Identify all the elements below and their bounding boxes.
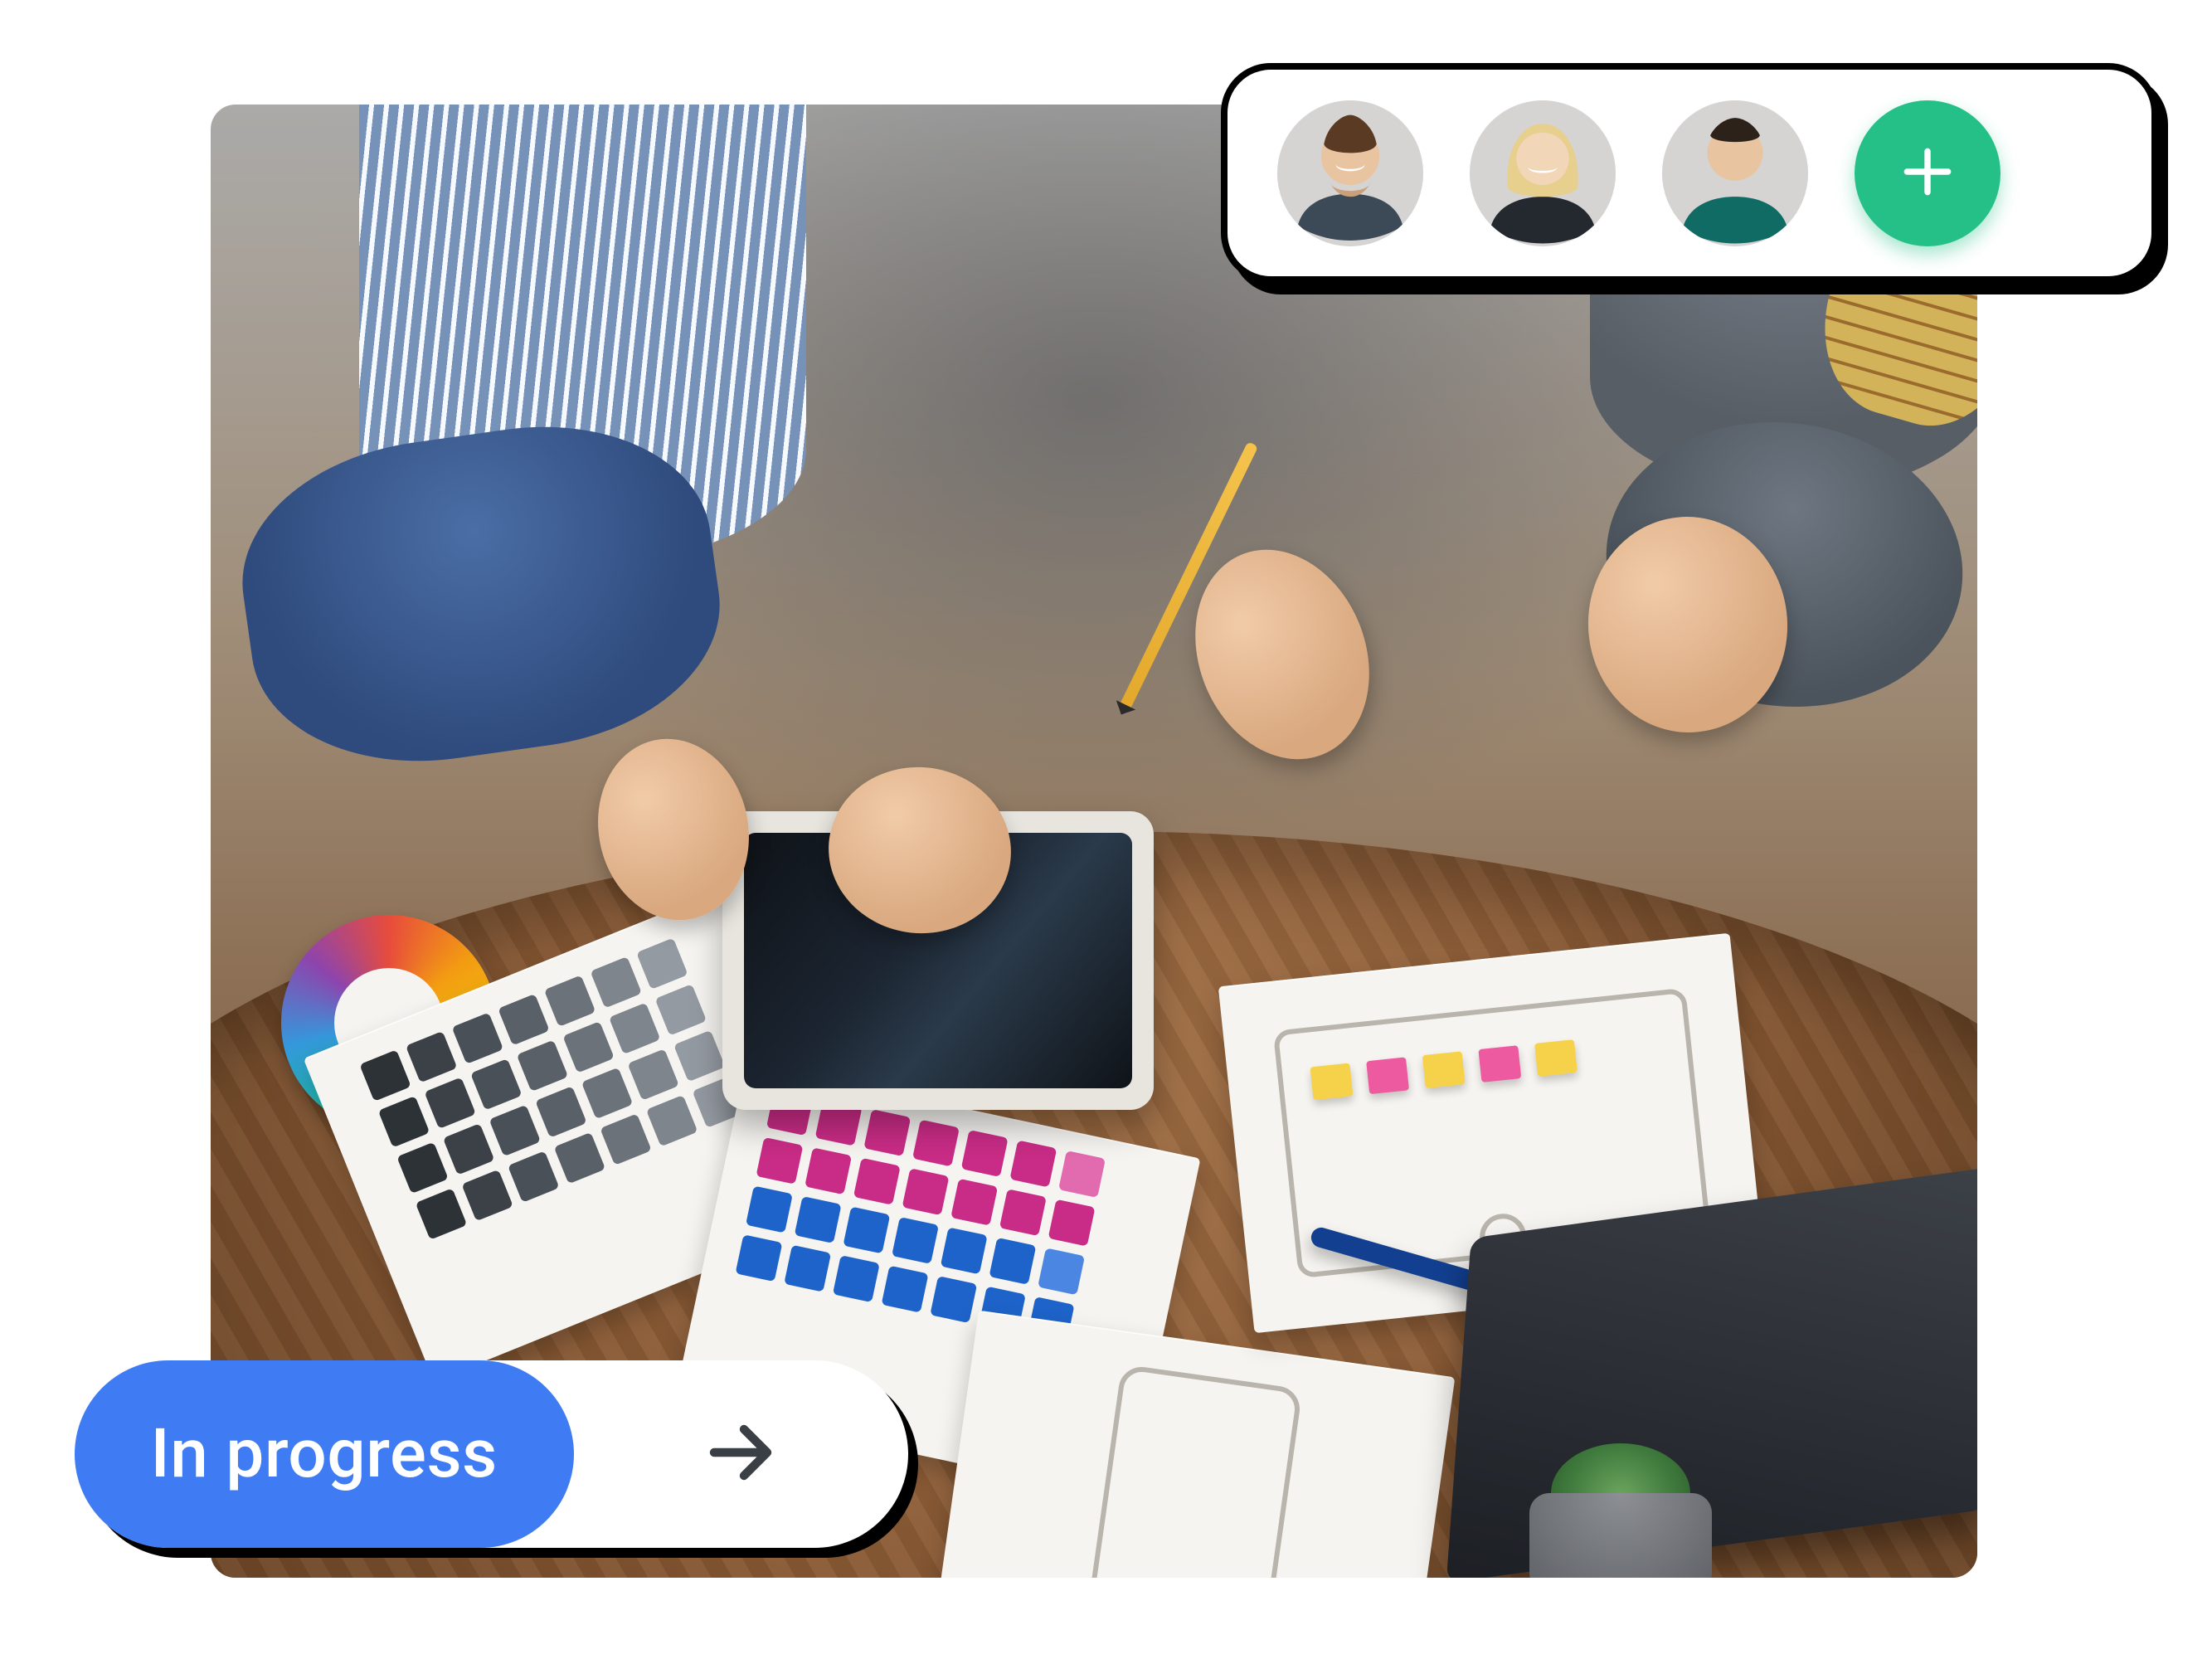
plus-icon: [1897, 141, 1958, 206]
collaborator-avatar[interactable]: [1277, 100, 1423, 246]
status-pill[interactable]: In progress: [75, 1360, 574, 1548]
collaborator-avatar[interactable]: [1662, 100, 1808, 246]
status-label: In progress: [151, 1414, 498, 1494]
collaborator-avatar[interactable]: [1470, 100, 1616, 246]
arrow-right-icon: [701, 1413, 780, 1496]
status-chip: In progress: [75, 1360, 908, 1548]
status-next-button[interactable]: [574, 1413, 908, 1496]
project-cover-photo: [211, 105, 1977, 1578]
add-collaborator-button[interactable]: [1855, 100, 2001, 246]
collaborators-bar: [1221, 63, 2158, 283]
